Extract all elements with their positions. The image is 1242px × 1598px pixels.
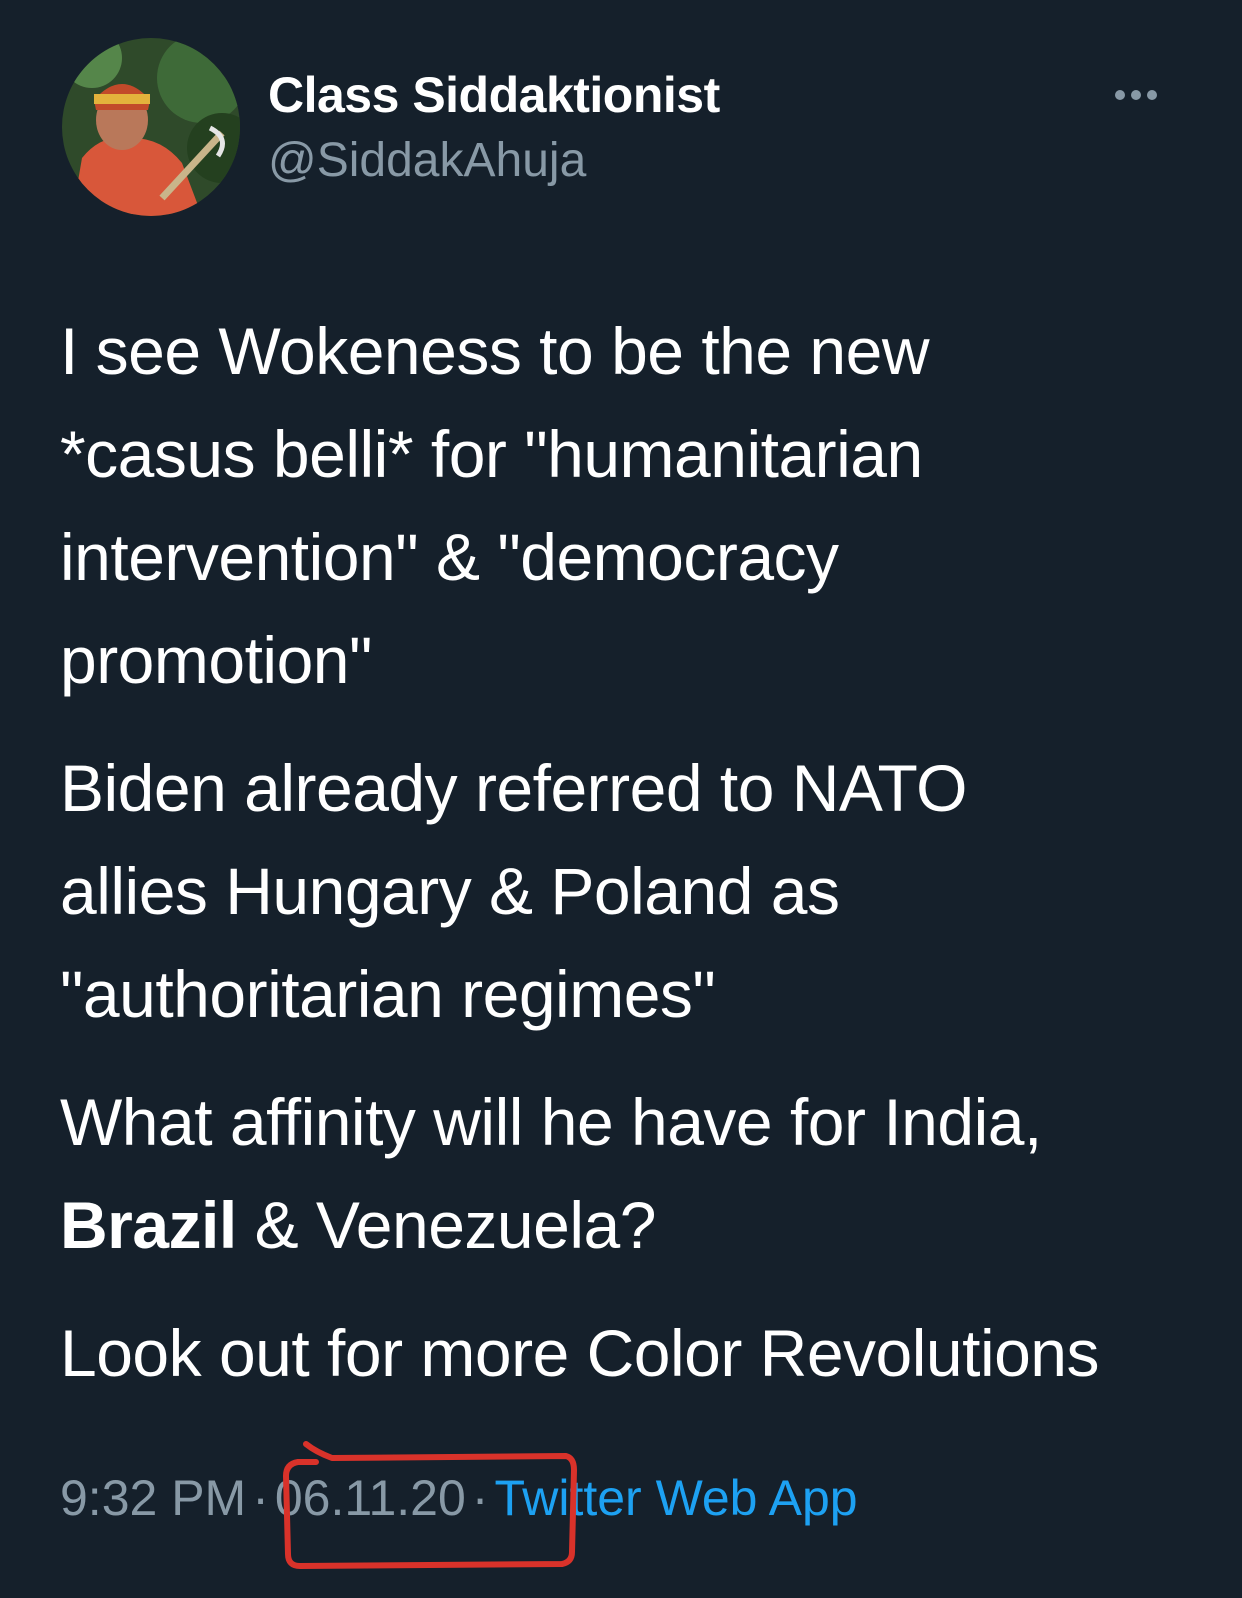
author-display-name[interactable]: Class Siddaktionist <box>268 66 720 124</box>
tweet: Class Siddaktionist @SiddakAhuja I see W… <box>0 0 1242 1598</box>
ellipsis-horizontal-icon <box>1115 90 1157 100</box>
tweet-paragraph: What affinity will he have for India, Bra… <box>60 1071 1210 1277</box>
meta-separator: · <box>471 1470 489 1526</box>
bold-word: Brazil <box>60 1188 237 1262</box>
meta-separator: · <box>252 1470 269 1526</box>
tweet-paragraph: Biden already referred to NATO allies Hu… <box>60 751 968 1031</box>
tweet-meta: 9:32 PM · 06.11.20 · Twitter Web App <box>60 1466 858 1530</box>
more-options-button[interactable] <box>1106 78 1166 112</box>
tweet-paragraph-line: & Venezuela? <box>236 1188 657 1262</box>
tweet-source-link[interactable]: Twitter Web App <box>494 1466 857 1530</box>
avatar[interactable] <box>62 38 240 216</box>
tweet-paragraph: I see Wokeness to be the new *casus bell… <box>60 314 929 697</box>
tweet-date[interactable]: 06.11.20 <box>275 1466 466 1530</box>
tweet-time[interactable]: 9:32 PM <box>60 1466 246 1530</box>
tweet-paragraph-line: What affinity will he have for India, <box>60 1085 1042 1159</box>
avatar-image <box>62 38 240 216</box>
tweet-paragraph: Look out for more Color Revolutions <box>60 1316 1100 1390</box>
tweet-text: I see Wokeness to be the new *casus bell… <box>60 300 1210 1405</box>
author-handle[interactable]: @SiddakAhuja <box>268 133 586 188</box>
